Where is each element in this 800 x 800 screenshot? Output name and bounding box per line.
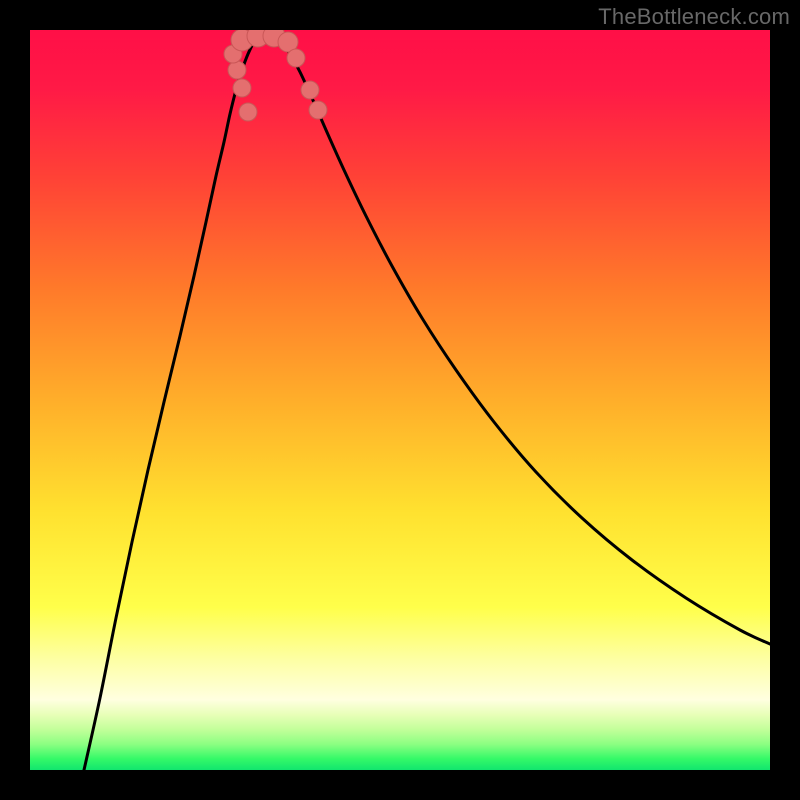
- data-point: [239, 103, 257, 121]
- curve-left: [84, 30, 266, 770]
- plot-area: [30, 30, 770, 770]
- curve-right: [266, 30, 770, 644]
- chart-canvas: [30, 30, 770, 770]
- chart-frame: TheBottleneck.com: [0, 0, 800, 800]
- data-point: [301, 81, 319, 99]
- data-point: [233, 79, 251, 97]
- data-point: [287, 49, 305, 67]
- watermark-label: TheBottleneck.com: [598, 4, 790, 30]
- data-point: [228, 61, 246, 79]
- data-point: [309, 101, 327, 119]
- marker-cluster: [224, 30, 327, 121]
